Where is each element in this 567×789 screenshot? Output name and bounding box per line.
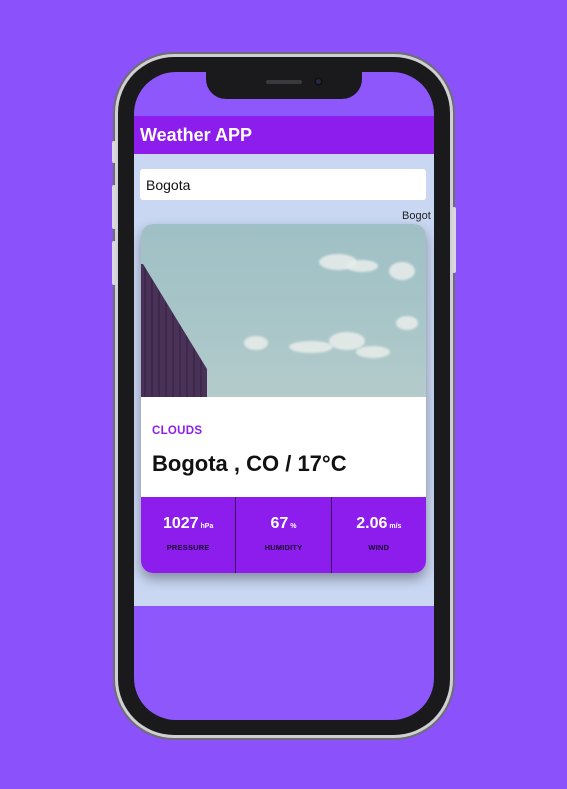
wind-label: WIND: [368, 543, 390, 552]
front-camera-icon: [314, 77, 323, 86]
weather-condition: CLOUDS: [152, 425, 203, 437]
pressure-value: 1027: [162, 515, 199, 532]
weather-info: CLOUDS Bogota , CO / 17°C: [141, 397, 426, 497]
humidity-label: HUMIDITY: [264, 543, 303, 552]
weather-stats: 1027hPa PRESSURE 67% HUMIDITY 2.06m/s: [141, 497, 426, 573]
weather-photo: [141, 224, 426, 397]
weather-card: CLOUDS Bogota , CO / 17°C 1027 hPa PRESSU…: [141, 224, 426, 573]
wind-unit: m/s: [389, 523, 402, 530]
weather-app: Weather APP Bogot CLOUDS: [134, 116, 434, 606]
notch: [206, 72, 362, 99]
silent-switch: [112, 141, 116, 163]
pressure-unit: hPa: [200, 523, 214, 530]
pressure-label: PRESSURE: [166, 543, 210, 552]
stat-pressure: 1027 hPa PRESSURE: [141, 497, 237, 573]
power-button: [452, 207, 456, 273]
location-temperature: Bogota , CO / 17°C: [152, 451, 347, 476]
speaker-grille: [266, 80, 302, 84]
phone-frame: Weather APP Bogot CLOUDS: [112, 57, 456, 735]
building-image: [141, 264, 207, 397]
search-suggestion[interactable]: Bogot: [402, 210, 431, 222]
city-search-input[interactable]: [140, 169, 426, 200]
app-header: Weather APP: [134, 116, 434, 154]
phone-screen: Weather APP Bogot CLOUDS: [134, 72, 434, 720]
stat-wind: 2.06 m/s WIND: [332, 497, 426, 573]
wind-value: 2.06: [356, 515, 388, 532]
humidity-value: 67: [270, 515, 289, 532]
stat-humidity: 67% HUMIDITY: [236, 497, 332, 573]
volume-down-button: [112, 241, 116, 285]
humidity-unit: %: [290, 523, 297, 530]
app-title: Weather APP: [140, 124, 253, 145]
volume-up-button: [112, 185, 116, 229]
